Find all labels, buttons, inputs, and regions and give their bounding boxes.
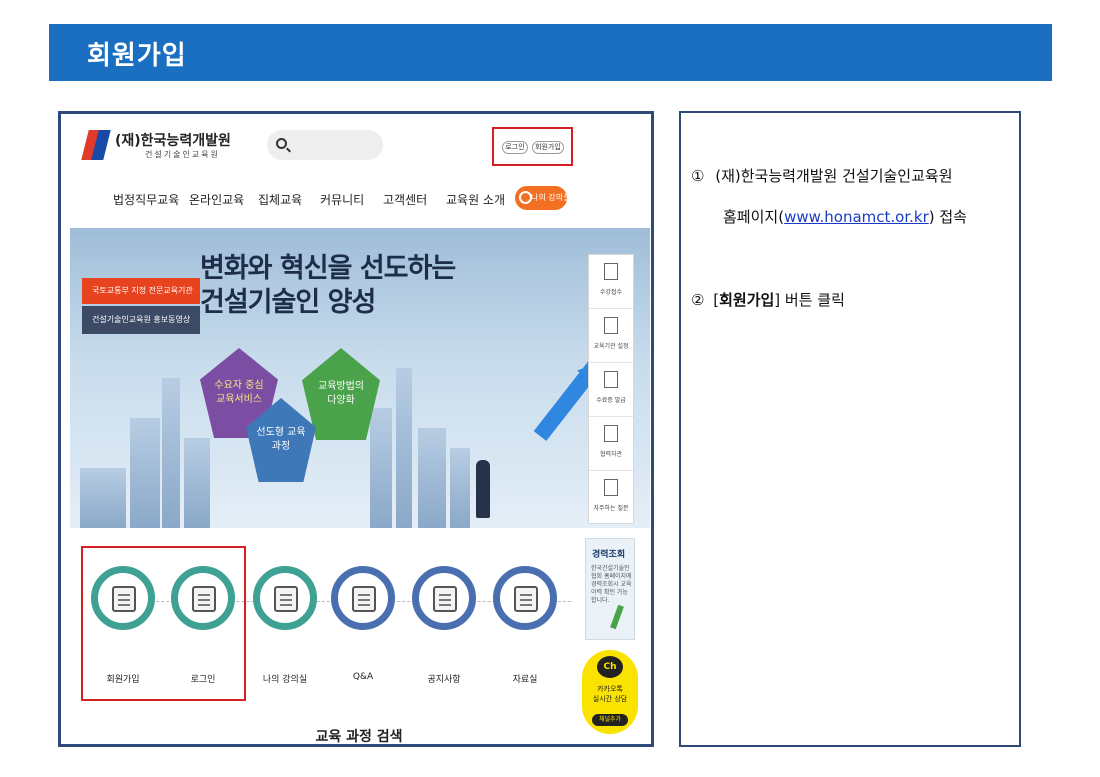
kakao-line2: 실시간 상담 xyxy=(592,695,628,703)
kakao-line1: 카카오톡 xyxy=(597,685,623,693)
auth-buttons-highlight: 로그인 회원가입 xyxy=(492,127,573,166)
career-card-desc: 한국건설기술인협회 홈페이지에 경력조회시 교육이력 확인 가능합니다. xyxy=(591,565,632,604)
step2-line: ② [회원가입] 버튼 클릭 xyxy=(691,289,845,310)
career-card-title: 경력조회 xyxy=(592,550,626,560)
signup-login-highlight xyxy=(81,546,246,701)
step1-suffix: ) 접속 xyxy=(928,208,967,226)
step1-prefix: 홈페이지( xyxy=(723,208,785,226)
kakao-channel-icon: Ch xyxy=(597,656,623,678)
building xyxy=(418,428,446,528)
building xyxy=(396,368,412,528)
archive-circle-label: 자료실 xyxy=(512,675,538,685)
nav-item-online-education[interactable]: 온라인교육 xyxy=(189,191,244,208)
logo-name: (재)한국능력개발원 xyxy=(115,133,231,149)
classroom-board-icon xyxy=(274,586,298,612)
pen-icon xyxy=(610,604,624,630)
building xyxy=(80,468,126,528)
banner-headline-line1: 변화와 혁신을 선도하는 xyxy=(200,253,456,284)
step2-number: ② xyxy=(691,291,705,309)
quick-menu-label: 자주하는 질문 xyxy=(593,505,629,512)
homepage-link[interactable]: www.honamct.or.kr xyxy=(784,208,929,226)
businessman-figure xyxy=(476,460,490,518)
quick-menu-certificate[interactable]: 수료증 발급 xyxy=(589,363,633,417)
building xyxy=(130,418,160,528)
instructions-panel: ① (재)한국능력개발원 건설기술인교육원 홈페이지(www.honamct.o… xyxy=(679,111,1021,747)
quick-menu-label: 수료증 발급 xyxy=(596,397,626,404)
qna-monitor-icon xyxy=(352,586,376,612)
career-inquiry-card[interactable]: 경력조회 한국건설기술인협회 홈페이지에 경력조회시 교육이력 확인 가능합니다… xyxy=(585,538,635,640)
banner-headline-line2: 건설기술인 양성 xyxy=(200,287,376,318)
building xyxy=(162,378,180,528)
my-classroom-circle-label: 나의 강의실 xyxy=(262,675,308,685)
quick-menu-faq[interactable]: 자주하는 질문 xyxy=(589,471,633,525)
nav-item-legal-training[interactable]: 법정직무교육 xyxy=(113,191,179,208)
site-nav: 법정직무교육 온라인교육 집체교육 커뮤니티 고객센터 교육원 소개 나의 강의… xyxy=(101,186,621,210)
quick-menu-label: 협력자관 xyxy=(599,451,623,458)
building xyxy=(370,408,392,528)
signup-mini-button[interactable]: 회원가입 xyxy=(532,141,564,154)
classroom-icon xyxy=(519,191,532,204)
quick-menu-panel: 수강접수 교육기관 설정 수료증 발급 협력자관 자주하는 질문 xyxy=(588,254,634,524)
search-icon xyxy=(276,138,287,149)
building xyxy=(184,438,210,528)
document-icon xyxy=(604,263,618,280)
logo-mark-icon xyxy=(81,130,113,160)
certificate-icon xyxy=(604,371,618,388)
nav-item-community[interactable]: 커뮤니티 xyxy=(320,191,364,208)
notice-circle-label: 공지사항 xyxy=(427,675,461,685)
promo-video-tag[interactable]: 건설기술인교육원 홍보동영상 xyxy=(82,306,200,334)
qna-circle-label: Q&A xyxy=(352,672,374,682)
pentagon-label: 선도형 교육과정 xyxy=(256,427,306,452)
quick-menu-partners[interactable]: 협력자관 xyxy=(589,417,633,471)
quick-menu-institution[interactable]: 교육기관 설정 xyxy=(589,309,633,363)
archive-circle-button[interactable] xyxy=(493,566,557,630)
faq-icon xyxy=(604,479,618,496)
nav-item-group-training[interactable]: 집체교육 xyxy=(258,191,302,208)
quick-menu-enrollment[interactable]: 수강접수 xyxy=(589,255,633,309)
organization-icon xyxy=(604,425,618,442)
kakao-chat-button[interactable]: Ch 카카오톡 실시간 상담 채널추가 xyxy=(582,650,638,734)
step1-text: (재)한국능력개발원 건설기술인교육원 xyxy=(715,167,953,185)
quick-menu-label: 교육기관 설정 xyxy=(593,343,629,350)
kakao-add-channel-button[interactable]: 채널추가 xyxy=(592,714,628,726)
step1-line1: ① (재)한국능력개발원 건설기술인교육원 xyxy=(691,165,953,186)
my-classroom-button[interactable]: 나의 강의실 xyxy=(515,186,571,210)
step1-line2: 홈페이지(www.honamct.or.kr) 접속 xyxy=(723,206,967,227)
my-classroom-circle-button[interactable] xyxy=(253,566,317,630)
calendar-icon xyxy=(604,317,618,334)
hero-banner: 변화와 혁신을 선도하는 건설기술인 양성 국토교통부 지정 전문교육기관 건설… xyxy=(70,228,650,528)
nav-item-customer-center[interactable]: 고객센터 xyxy=(383,191,427,208)
login-mini-button[interactable]: 로그인 xyxy=(502,141,528,154)
step2-signup-label: 회원가입 xyxy=(719,291,775,309)
site-search-input[interactable] xyxy=(267,130,383,160)
quick-menu-label: 수강접수 xyxy=(599,289,623,296)
building xyxy=(450,448,470,528)
ministry-designated-tag[interactable]: 국토교통부 지정 전문교육기관 xyxy=(82,278,200,304)
logo-subtitle: 건설기술인교육원 xyxy=(145,150,220,159)
nav-item-about[interactable]: 교육원 소개 xyxy=(446,191,505,208)
banner-headline: 변화와 혁신을 선도하는 건설기술인 양성 xyxy=(200,252,456,320)
my-classroom-label: 나의 강의실 xyxy=(531,193,571,202)
course-search-title: 교육 과정 검색 xyxy=(315,729,403,745)
step1-number: ① xyxy=(691,167,705,185)
qna-circle-button[interactable] xyxy=(331,566,395,630)
kakao-text: 카카오톡 실시간 상담 xyxy=(582,684,638,704)
archive-network-icon xyxy=(514,586,538,612)
page-header: 회원가입 xyxy=(49,24,1052,81)
notice-circle-button[interactable] xyxy=(412,566,476,630)
page-title: 회원가입 xyxy=(87,41,187,71)
pentagon-label: 수요자 중심 교육서비스 xyxy=(214,380,264,405)
pentagon-label: 교육방법의 다양화 xyxy=(318,381,364,406)
notice-board-icon xyxy=(433,586,457,612)
website-screenshot: (재)한국능력개발원 건설기술인교육원 로그인 회원가입 법정직무교육 온라인교… xyxy=(58,111,654,747)
step2-suffix: ] 버튼 클릭 xyxy=(774,291,845,309)
